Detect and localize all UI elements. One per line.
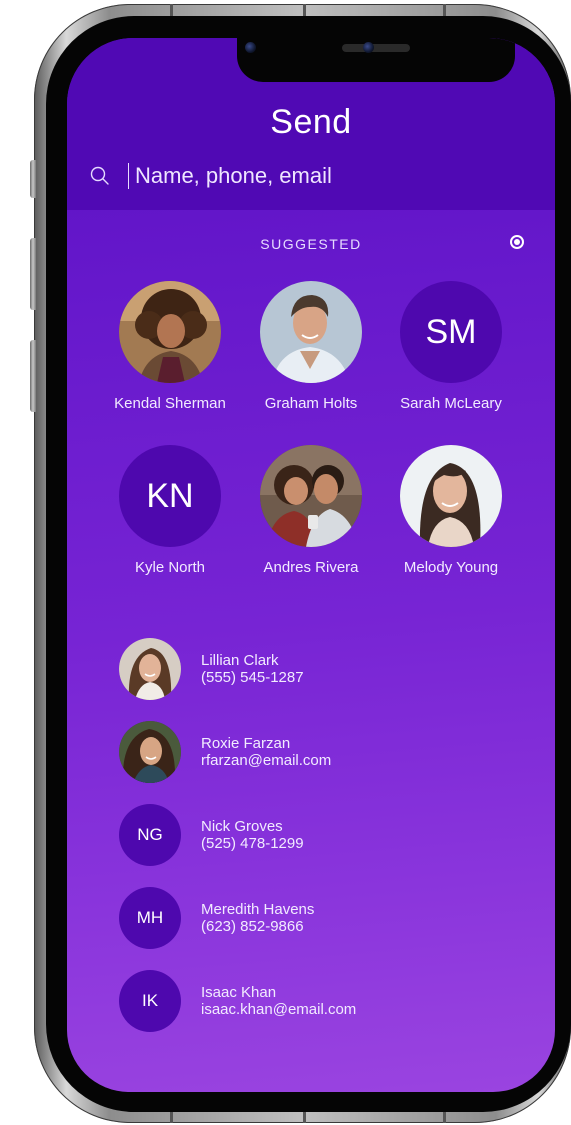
antenna-line	[303, 1111, 306, 1123]
contact-detail: rfarzan@email.com	[201, 752, 332, 769]
contact-detail: (623) 852-9866	[201, 918, 304, 935]
suggested-contact[interactable]: Melody Young	[389, 445, 513, 576]
contact-name: Graham Holts	[264, 395, 358, 412]
contact-name: Roxie Farzan	[201, 735, 291, 752]
contact-detail: (525) 478-1299	[201, 835, 304, 852]
page-title: Send	[270, 103, 352, 141]
contact-name: Sarah McLeary	[400, 395, 502, 412]
list-item[interactable]: NG Nick Groves (525) 478-1299	[119, 804, 304, 866]
contact-info: Nick Groves (525) 478-1299	[201, 818, 304, 852]
list-item[interactable]: Roxie Farzan rfarzan@email.com	[119, 721, 331, 783]
contact-detail: (555) 545-1287	[201, 669, 304, 686]
antenna-line	[443, 4, 446, 16]
avatar-initials: NG	[119, 804, 181, 866]
notch	[237, 38, 515, 82]
front-sensor	[363, 42, 374, 53]
earpiece-speaker	[342, 44, 410, 52]
search-input[interactable]	[135, 163, 435, 189]
search-icon	[89, 165, 111, 187]
avatar	[119, 281, 221, 383]
list-item[interactable]: MH Meredith Havens (623) 852-9866	[119, 887, 314, 949]
avatar-initials: KN	[119, 445, 221, 547]
list-item[interactable]: Lillian Clark (555) 545-1287	[119, 638, 304, 700]
suggested-contact[interactable]: Andres Rivera	[249, 445, 373, 576]
contact-name: Lillian Clark	[201, 652, 279, 669]
contact-name: Meredith Havens	[201, 901, 315, 918]
radio-selected-icon[interactable]	[510, 235, 524, 249]
contact-info: Meredith Havens (623) 852-9866	[201, 901, 314, 935]
avatar	[400, 445, 502, 547]
front-camera	[245, 42, 256, 53]
avatar	[260, 445, 362, 547]
contact-info: Roxie Farzan rfarzan@email.com	[201, 735, 331, 769]
antenna-line	[443, 1111, 446, 1123]
contact-name: Melody Young	[403, 559, 499, 576]
screen: Send SUGGESTED	[67, 38, 555, 1092]
section-label-suggested: SUGGESTED	[260, 236, 362, 252]
avatar-initials: SM	[400, 281, 502, 383]
volume-up-button	[30, 238, 36, 310]
suggested-contact[interactable]: Graham Holts	[249, 281, 373, 412]
contact-name: Nick Groves	[201, 818, 283, 835]
suggested-contact[interactable]: KN Kyle North	[108, 445, 232, 576]
contact-name: Kyle North	[134, 559, 206, 576]
contact-name: Isaac Khan	[201, 984, 277, 1001]
antenna-line	[170, 1111, 173, 1123]
avatar	[260, 281, 362, 383]
silent-switch	[30, 160, 36, 198]
contact-info: Isaac Khan isaac.khan@email.com	[201, 984, 356, 1018]
volume-down-button	[30, 340, 36, 412]
avatar-initials: IK	[119, 970, 181, 1032]
antenna-line	[170, 4, 173, 16]
list-item[interactable]: IK Isaac Khan isaac.khan@email.com	[119, 970, 356, 1032]
suggested-contact[interactable]: SM Sarah McLeary	[389, 281, 513, 412]
avatar-initials: MH	[119, 887, 181, 949]
contact-detail: isaac.khan@email.com	[201, 1001, 357, 1018]
avatar	[119, 721, 181, 783]
suggested-contact[interactable]: Kendal Sherman	[108, 281, 232, 412]
contact-name: Andres Rivera	[263, 559, 359, 576]
contact-info: Lillian Clark (555) 545-1287	[201, 652, 304, 686]
avatar	[119, 638, 181, 700]
search-bar[interactable]	[89, 162, 435, 190]
antenna-line	[303, 4, 306, 16]
contact-name: Kendal Sherman	[114, 395, 226, 412]
text-caret	[128, 163, 129, 189]
